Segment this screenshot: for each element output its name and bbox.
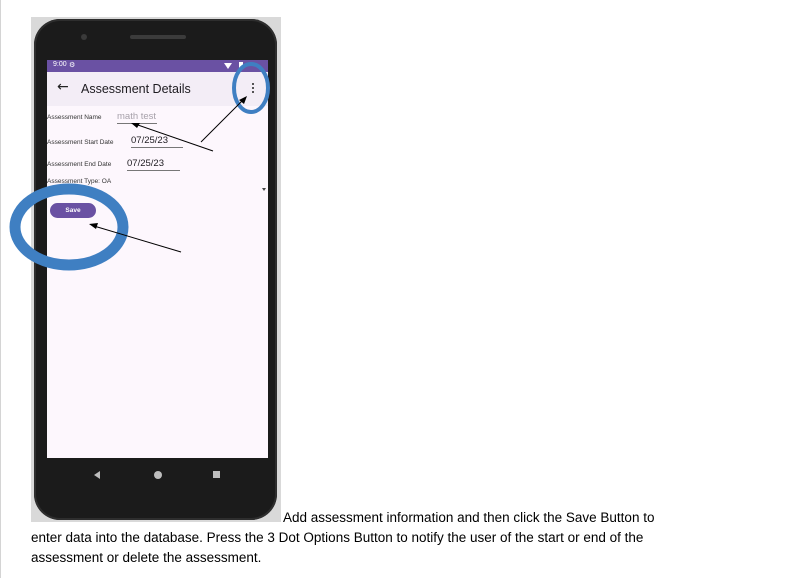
options-highlight-ring [232, 62, 270, 114]
arrow-to-name-field [131, 123, 214, 152]
arrow-to-options-button [200, 96, 247, 143]
caption-paragraph: Add assessment information and then clic… [31, 508, 691, 568]
annotation-layer [9, 62, 270, 271]
caption-line-1: Add assessment information and then clic… [283, 510, 655, 525]
caption-line-2: enter data into the database. Press the … [31, 530, 644, 545]
caption-line-3: assessment or delete the assessment. [31, 550, 262, 565]
arrow-to-save-button [89, 223, 182, 253]
save-highlight-ring [9, 183, 129, 271]
